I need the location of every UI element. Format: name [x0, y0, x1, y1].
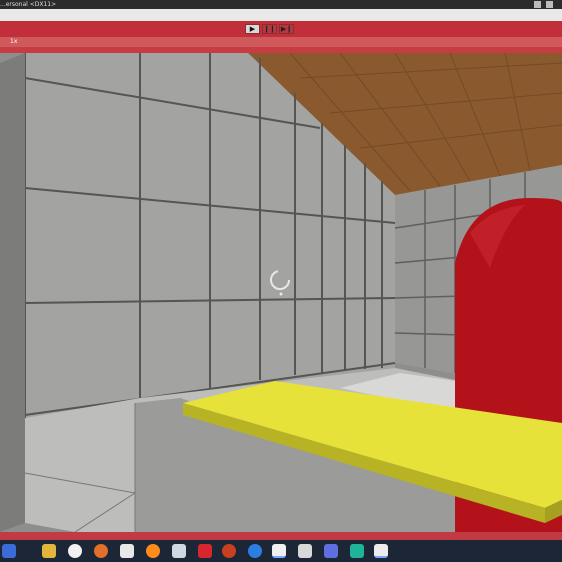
- close-button[interactable]: [546, 1, 553, 8]
- viewport-bottom-bar: [0, 532, 562, 540]
- menu-strip: [0, 9, 562, 21]
- scale-label: 1x: [10, 38, 18, 45]
- terminal-icon[interactable]: [120, 544, 134, 558]
- play-icon: ▶: [249, 25, 256, 33]
- window-title: ...ersonal <DX11>: [0, 1, 57, 8]
- unity-2-icon[interactable]: [374, 544, 388, 558]
- minimize-button[interactable]: [534, 1, 541, 8]
- start-icon[interactable]: [2, 544, 16, 558]
- game-view-header: 1x: [0, 37, 562, 47]
- editor-toolbar: ▶ ❙❙ ▶❙: [0, 21, 562, 38]
- far-left-wall: [0, 53, 25, 532]
- play-button[interactable]: ▶: [245, 24, 260, 34]
- chrome-icon[interactable]: [68, 544, 82, 558]
- file-explorer-icon[interactable]: [42, 544, 56, 558]
- record-icon[interactable]: [198, 544, 212, 558]
- app-icon-2[interactable]: [222, 544, 236, 558]
- game-viewport[interactable]: [0, 53, 562, 532]
- window-titlebar: ...ersonal <DX11>: [0, 0, 562, 9]
- terminal-2-icon[interactable]: [350, 544, 364, 558]
- firefox-dev-icon[interactable]: [248, 544, 262, 558]
- discord-icon[interactable]: [324, 544, 338, 558]
- step-icon: ▶❙: [280, 25, 293, 33]
- pause-button[interactable]: ❙❙: [262, 24, 277, 34]
- step-button[interactable]: ▶❙: [279, 24, 294, 34]
- store-icon[interactable]: [298, 544, 312, 558]
- pause-icon: ❙❙: [263, 25, 276, 33]
- os-taskbar: [0, 540, 562, 562]
- firefox-icon[interactable]: [146, 544, 160, 558]
- game-scene: [0, 53, 562, 532]
- app-icon[interactable]: [94, 544, 108, 558]
- steam-icon[interactable]: [172, 544, 186, 558]
- unity-icon[interactable]: [272, 544, 286, 558]
